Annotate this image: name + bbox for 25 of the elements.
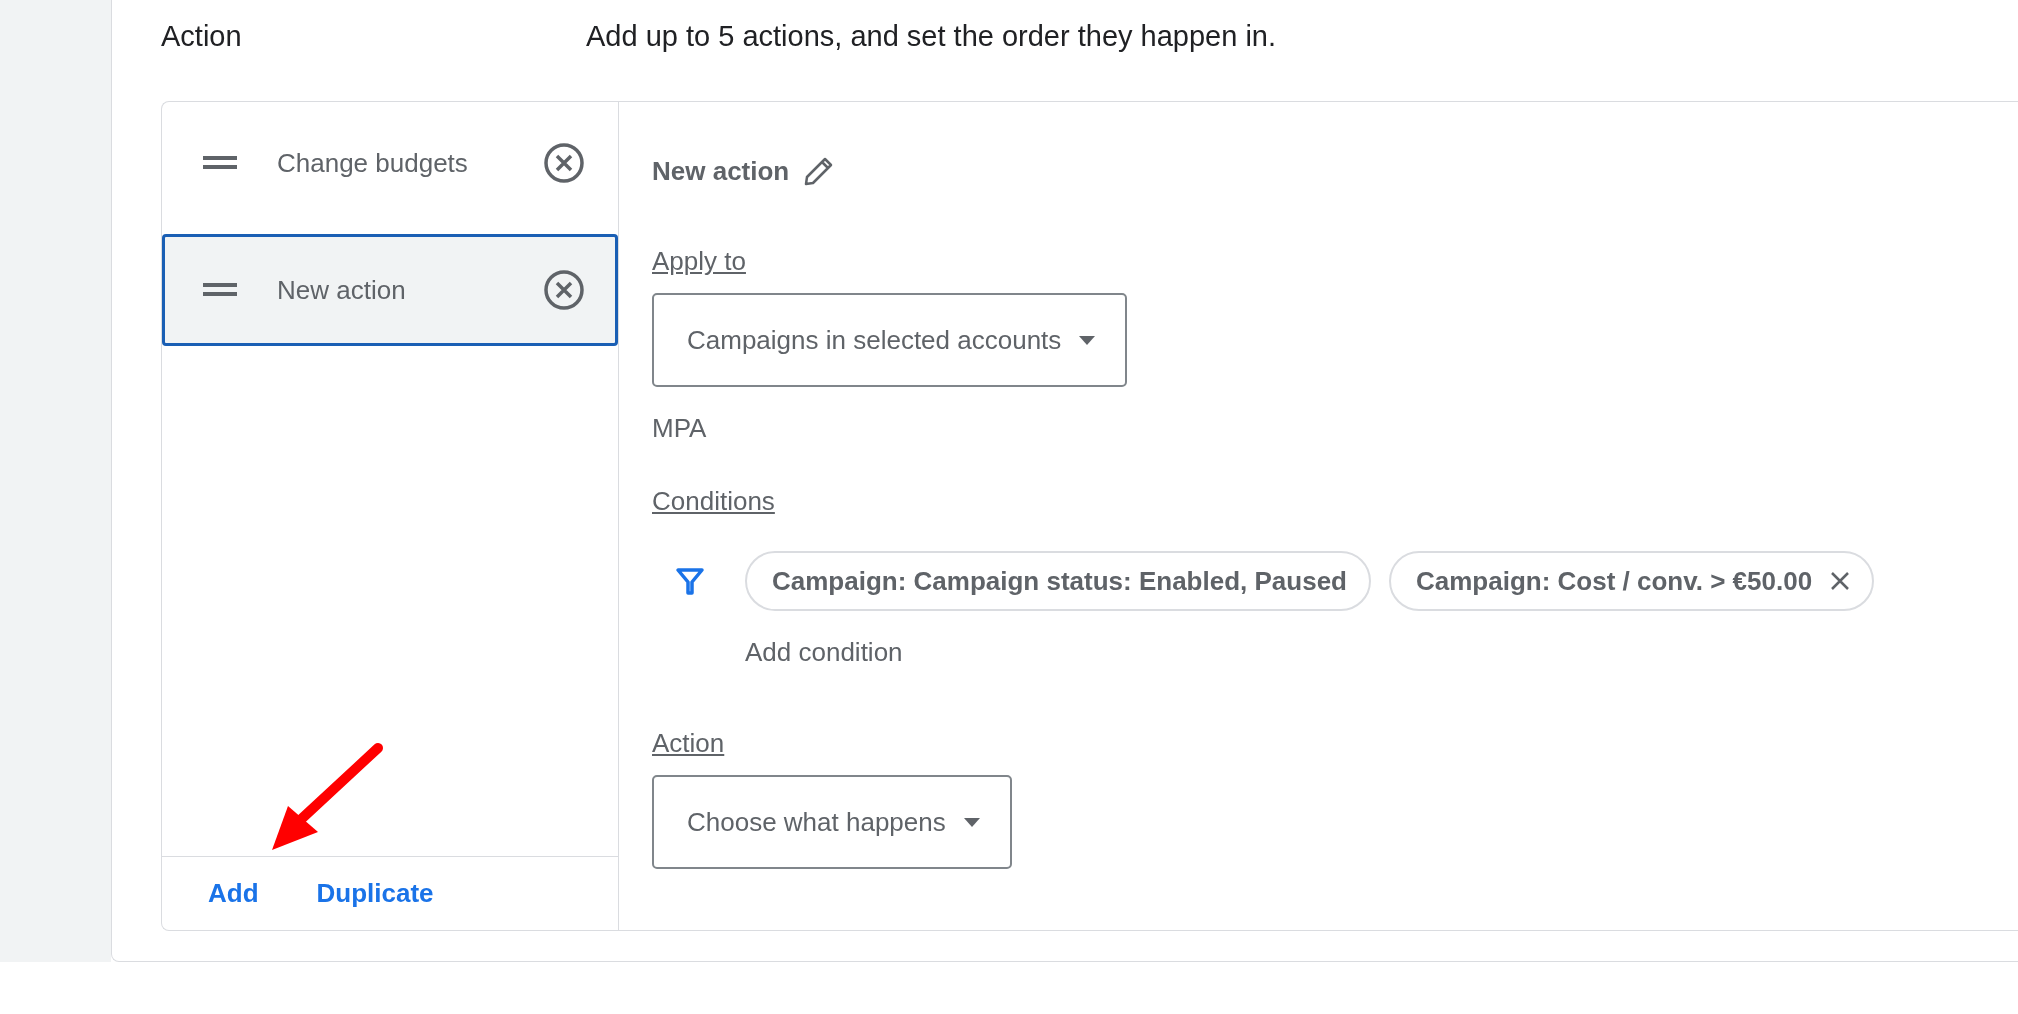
remove-icon[interactable] bbox=[543, 269, 585, 311]
footer-link[interactable]: Add bbox=[208, 878, 259, 909]
action-name: New action bbox=[652, 155, 790, 187]
drag-handle-icon[interactable] bbox=[203, 283, 237, 297]
action-label: New action bbox=[277, 274, 407, 306]
caret-icon bbox=[1079, 335, 1096, 345]
section-title: Action bbox=[161, 19, 243, 53]
action-item[interactable]: New action bbox=[162, 234, 618, 346]
add-condition-link[interactable]: Add condition bbox=[745, 637, 903, 668]
footer-link[interactable]: Duplicate bbox=[316, 878, 434, 909]
action-label: Action bbox=[652, 728, 725, 759]
apply-to-label: Apply to bbox=[652, 246, 746, 277]
filter-icon bbox=[674, 566, 705, 596]
account-note: MPA bbox=[652, 413, 707, 444]
action-label: Change budgets bbox=[277, 147, 469, 179]
remove-icon[interactable] bbox=[543, 142, 585, 184]
conditions-label: Conditions bbox=[652, 486, 775, 517]
close-icon[interactable] bbox=[1830, 571, 1851, 591]
drag-handle-icon[interactable] bbox=[203, 156, 237, 170]
caret-icon bbox=[963, 817, 980, 827]
section-description: Add up to 5 actions, and set the order they happen in. bbox=[586, 19, 1277, 53]
condition-chip[interactable]: Campaign: Campaign status: Enabled, Paused bbox=[745, 551, 1371, 611]
condition-chip[interactable]: Campaign: Cost / conv. > €50.00 bbox=[1389, 551, 1875, 611]
apply-to-dropdown[interactable]: Campaigns in selected accounts bbox=[652, 293, 1128, 387]
action-dropdown[interactable]: Choose what happens bbox=[652, 775, 1012, 869]
